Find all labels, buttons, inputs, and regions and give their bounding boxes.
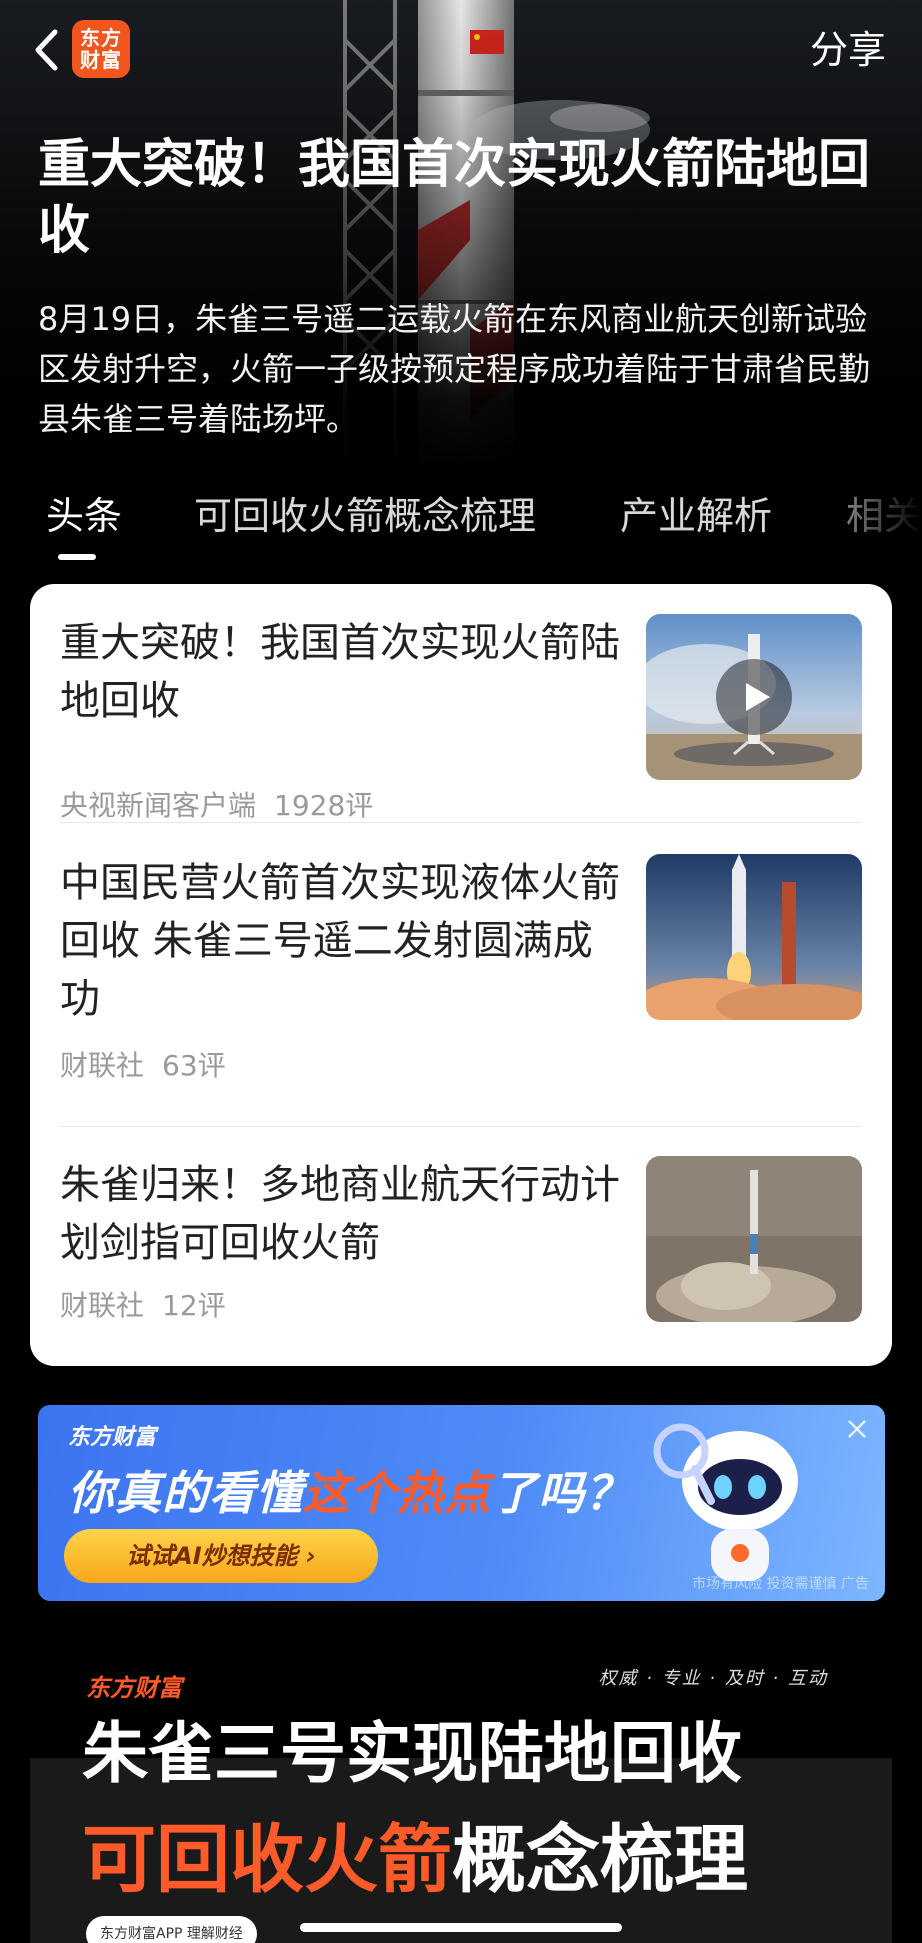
chevron-left-icon [35,29,58,71]
ad-headline-highlight: 这个热点 [303,1466,491,1520]
ai-ad-banner[interactable]: 东方财富 你真的看懂这个热点了吗？ 试试AI炒想技能 › 市场有风险 投资需谨慎… [38,1405,885,1601]
news-thumbnail[interactable] [646,1156,862,1322]
tab-recyclable-rocket-concepts[interactable]: 可回收火箭概念梳理 [194,490,536,542]
news-source: 财联社 [60,1289,145,1322]
news-item[interactable]: 朱雀归来！多地商业航天行动计划剑指可回收火箭 财联社 12评 [60,1156,862,1336]
page-title: 重大突破！我国首次实现火箭陆地回收 [38,135,871,261]
news-list-card: 重大突破！我国首次实现火箭陆地回收 央视新闻客户端 1928评 中国民营火箭首次… [30,584,892,1366]
ad-headline: 你真的看懂这个热点了吗？ [68,1457,632,1523]
news-meta: 央视新闻客户端 1928评 [60,786,373,826]
banner-logo: 东方财富 [86,1674,182,1702]
news-meta: 财联社 63评 [60,1046,226,1086]
ad-disclaimer: 市场有风险 投资需谨慎 广告 [692,1576,869,1592]
hero-header: 东方财富 分享 重大突破！我国首次实现火箭陆地回收 8月19日，朱雀三号遥二运载… [0,0,922,470]
robot-mascot-icon [653,1423,798,1581]
rocket-desert-image [646,1156,862,1322]
divider [60,822,862,823]
ad-cta-button[interactable]: 试试AI炒想技能 › [64,1529,378,1583]
news-thumbnail[interactable] [646,614,862,780]
comment-count: 63评 [162,1049,226,1082]
comment-count: 12评 [162,1289,226,1322]
banner-highlight: 可回收火箭 [82,1817,452,1903]
eastmoney-logo: 东方财富 [72,20,130,78]
banner-subheadline: 可回收火箭概念梳理 [82,1800,748,1907]
ad-headline-part: 了吗？ [491,1466,632,1520]
back-button[interactable] [24,24,68,76]
banner-headline: 朱雀三号实现陆地回收 [82,1715,742,1792]
home-indicator[interactable] [300,1923,622,1932]
news-title[interactable]: 中国民营火箭首次实现液体火箭回收 朱雀三号遥二发射圆满成功 [60,854,620,1028]
play-icon[interactable] [714,657,794,737]
news-meta: 财联社 12评 [60,1286,226,1326]
active-tab-indicator [58,554,96,560]
topic-tabs: 头条 可回收火箭概念梳理 产业解析 相关 [0,484,922,564]
rocket-launch-image [646,854,862,1020]
divider [60,1126,862,1127]
close-icon[interactable] [841,1413,873,1445]
news-item[interactable]: 中国民营火箭首次实现液体火箭回收 朱雀三号遥二发射圆满成功 财联社 63评 [60,854,862,1094]
concept-promo-banner[interactable]: 东方财富 权威 · 专业 · 及时 · 互动 朱雀三号实现陆地回收 可回收火箭概… [30,1640,892,1943]
share-button[interactable]: 分享 [810,24,886,76]
news-title[interactable]: 朱雀归来！多地商业航天行动计划剑指可回收火箭 [60,1156,620,1272]
comment-count: 1928评 [274,789,374,822]
banner-subheadline-rest: 概念梳理 [452,1817,748,1903]
banner-tagline: 权威 · 专业 · 及时 · 互动 [598,1668,828,1689]
topic-summary: 8月19日，朱雀三号遥二运载火箭在东风商业航天创新试验区发射升空，火箭一子级按预… [38,300,871,438]
news-thumbnail[interactable] [646,854,862,1020]
ad-headline-part: 你真的看懂 [68,1466,303,1520]
tab-industry-analysis[interactable]: 产业解析 [620,490,772,542]
top-bar: 东方财富 分享 [0,0,922,100]
news-title[interactable]: 重大突破！我国首次实现火箭陆地回收 [60,614,620,730]
news-source: 央视新闻客户端 [60,789,257,822]
app-badge: 东方财富APP 理解财经 [86,1916,257,1943]
tab-headlines[interactable]: 头条 [46,490,122,542]
news-item[interactable]: 重大突破！我国首次实现火箭陆地回收 央视新闻客户端 1928评 [60,614,862,822]
news-source: 财联社 [60,1049,145,1082]
ad-logo: 东方财富 [68,1425,157,1450]
tab-scroll-fade [842,484,922,564]
